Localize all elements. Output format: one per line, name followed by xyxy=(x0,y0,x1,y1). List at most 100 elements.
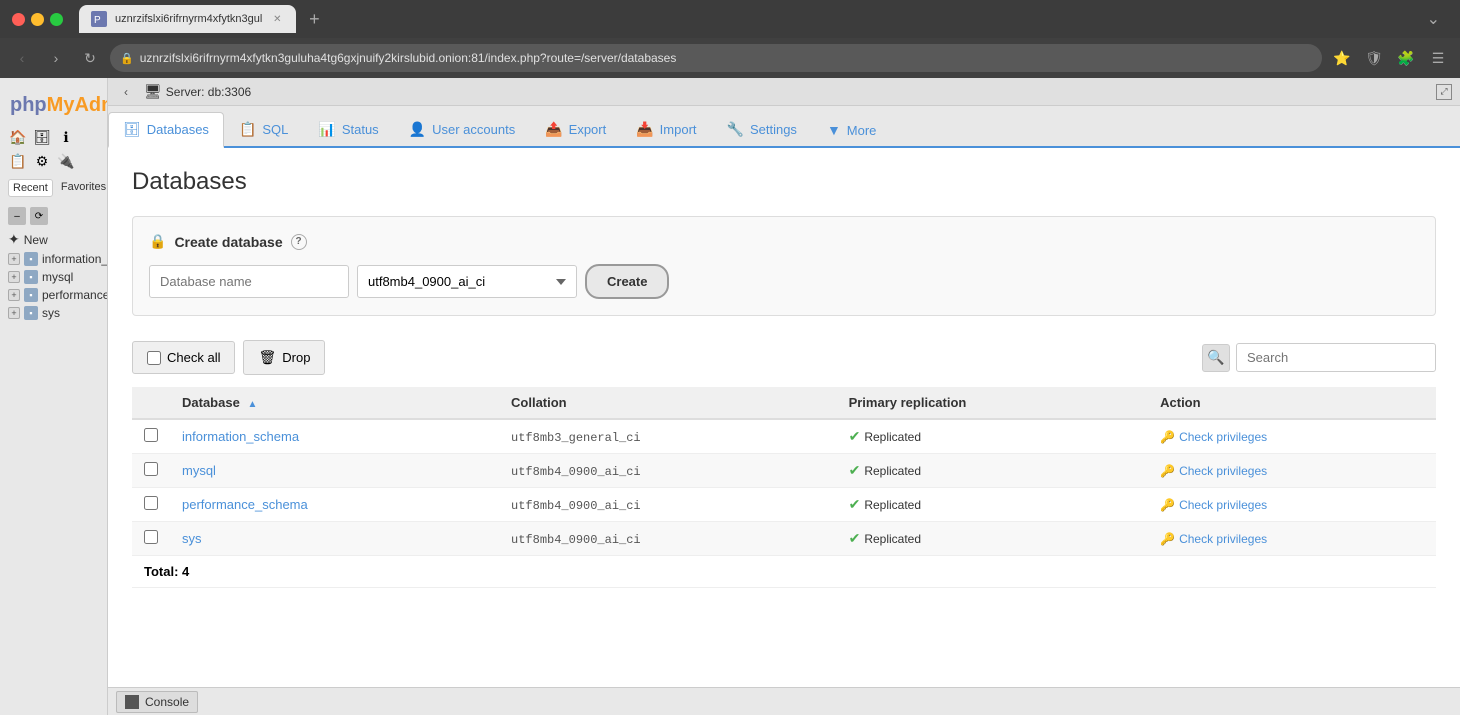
sidebar-tabs: Recent Favorites xyxy=(0,179,107,197)
tab-import[interactable]: 📥 Import xyxy=(621,112,711,146)
expand-icon[interactable]: + xyxy=(8,289,20,301)
sidebar-tab-favorites[interactable]: Favorites xyxy=(57,179,108,197)
db-link-sys[interactable]: sys xyxy=(182,531,202,546)
th-database[interactable]: Database ▲ xyxy=(170,387,499,419)
action-link-0[interactable]: 🔑 Check privileges xyxy=(1160,430,1424,444)
nav-tabs: 🗄 Databases 📋 SQL 📊 Status 👤 User accoun… xyxy=(108,106,1460,148)
row-replication-cell: ✔ Replicated xyxy=(837,454,1149,488)
sidebar-db-information-schema[interactable]: + ▪ information_schema xyxy=(0,250,107,268)
row-db-name-cell: information_schema xyxy=(170,419,499,454)
action-link-1[interactable]: 🔑 Check privileges xyxy=(1160,464,1424,478)
maximize-button[interactable]: ⤢ xyxy=(1436,84,1452,100)
row-checkbox-3[interactable] xyxy=(144,530,158,544)
row-db-name-cell: sys xyxy=(170,522,499,556)
action-link-2[interactable]: 🔑 Check privileges xyxy=(1160,498,1424,512)
server-title: 🖥 Server: db:3306 xyxy=(144,83,1428,100)
replication-badge-2: ✔ Replicated xyxy=(849,496,1137,513)
row-action-cell: 🔑 Check privileges xyxy=(1148,454,1436,488)
maximize-traffic-light[interactable] xyxy=(50,13,63,26)
database-icon[interactable]: 🗄 xyxy=(32,127,52,147)
table-row: performance_schema utf8mb4_0900_ai_ci ✔ … xyxy=(132,488,1436,522)
minimize-traffic-light[interactable] xyxy=(31,13,44,26)
sidebar-db-performance-schema[interactable]: + ▪ performance_schema xyxy=(0,286,107,304)
drop-button[interactable]: 🗑 Drop xyxy=(243,340,325,375)
expand-icon[interactable]: + xyxy=(8,253,20,265)
tab-user-accounts[interactable]: 👤 User accounts xyxy=(394,112,531,146)
db-name: sys xyxy=(42,306,60,320)
toolbar-icons: ⭐ 🛡 🧩 ☰ xyxy=(1328,44,1452,72)
tab-export-label: Export xyxy=(569,122,607,137)
bookmark-button[interactable]: ⭐ xyxy=(1328,44,1356,72)
forward-button[interactable]: › xyxy=(42,44,70,72)
new-database-item[interactable]: ✦ New xyxy=(0,229,107,250)
info-icon[interactable]: ℹ xyxy=(56,127,76,147)
expand-icon[interactable]: + xyxy=(8,271,20,283)
row-checkbox-2[interactable] xyxy=(144,496,158,510)
drop-label: Drop xyxy=(282,350,310,365)
close-traffic-light[interactable] xyxy=(12,13,25,26)
extensions-button[interactable]: 🧩 xyxy=(1392,44,1420,72)
plugin-icon[interactable]: 🔌 xyxy=(56,151,76,171)
row-action-cell: 🔑 Check privileges xyxy=(1148,522,1436,556)
server-back-button[interactable]: ‹ xyxy=(116,82,136,102)
reload-button[interactable]: ↻ xyxy=(76,44,104,72)
page-title: Databases xyxy=(132,168,1436,196)
tab-more[interactable]: ▼ More xyxy=(812,113,891,146)
menu-button[interactable]: ☰ xyxy=(1424,44,1452,72)
tab-close-button[interactable]: ✕ xyxy=(270,12,284,26)
settings-tab-icon: 🔧 xyxy=(727,121,744,138)
collation-select[interactable]: utf8mb4_0900_ai_ci utf8_general_ci latin… xyxy=(357,265,577,298)
th-collation-label: Collation xyxy=(511,395,567,410)
copy-icon[interactable]: 📋 xyxy=(8,151,28,171)
page-content: Databases 🔒 Create database ? utf8mb4_09… xyxy=(108,148,1460,687)
db-link-mysql[interactable]: mysql xyxy=(182,463,216,478)
sort-icon: ▲ xyxy=(247,399,257,410)
tab-databases-label: Databases xyxy=(147,122,209,137)
back-button[interactable]: ‹ xyxy=(8,44,36,72)
create-db-help-icon[interactable]: ? xyxy=(291,234,307,250)
check-all-checkbox[interactable] xyxy=(147,351,161,365)
search-input[interactable] xyxy=(1236,343,1436,372)
action-icon-2: 🔑 xyxy=(1160,498,1175,512)
db-link-performance-schema[interactable]: performance_schema xyxy=(182,497,308,512)
expand-icon[interactable]: + xyxy=(8,307,20,319)
shield-button[interactable]: 🛡 xyxy=(1360,44,1388,72)
database-name-input[interactable] xyxy=(149,265,349,298)
url-text: uznrzifslxi6rifrnyrm4xfytkn3guluha4tg6gx… xyxy=(140,51,677,65)
row-checkbox-0[interactable] xyxy=(144,428,158,442)
collapse-all-button[interactable]: – xyxy=(8,207,26,225)
tab-sql[interactable]: 📋 SQL xyxy=(224,112,303,146)
action-link-3[interactable]: 🔑 Check privileges xyxy=(1160,532,1424,546)
row-db-name-cell: mysql xyxy=(170,454,499,488)
home-icon[interactable]: 🏠 xyxy=(8,127,28,147)
tab-user-accounts-label: User accounts xyxy=(432,122,515,137)
th-replication-label: Primary replication xyxy=(849,395,967,410)
table-header: Database ▲ Collation Primary replication… xyxy=(132,387,1436,419)
new-tab-button[interactable]: + xyxy=(300,5,328,33)
tab-status[interactable]: 📊 Status xyxy=(303,112,393,146)
db-link-information-schema[interactable]: information_schema xyxy=(182,429,299,444)
console-button[interactable]: Console xyxy=(116,691,198,713)
settings-icon[interactable]: ⚙ xyxy=(32,151,52,171)
tab-export[interactable]: 📤 Export xyxy=(530,112,621,146)
address-bar[interactable]: 🔒 uznrzifslxi6rifrnyrm4xfytkn3guluha4tg6… xyxy=(110,44,1322,72)
security-icon: 🔒 xyxy=(120,52,134,65)
row-collation-cell: utf8mb4_0900_ai_ci xyxy=(499,454,837,488)
sidebar-db-sys[interactable]: + ▪ sys xyxy=(0,304,107,322)
row-checkbox-cell xyxy=(132,522,170,556)
svg-text:P: P xyxy=(94,15,101,26)
action-icon-3: 🔑 xyxy=(1160,532,1175,546)
reload-nav-button[interactable]: ⟳ xyxy=(30,207,48,225)
tab-settings[interactable]: 🔧 Settings xyxy=(712,112,812,146)
sidebar-db-mysql[interactable]: + ▪ mysql xyxy=(0,268,107,286)
tab-databases[interactable]: 🗄 Databases xyxy=(108,112,224,148)
create-database-button[interactable]: Create xyxy=(585,264,669,299)
tab-list-button[interactable]: ⌄ xyxy=(1427,9,1440,29)
create-db-title: Create database xyxy=(174,234,282,250)
tab-bar: P uznrzifslxi6rifrnyrm4xfytkn3gul ✕ + xyxy=(71,5,1240,33)
th-action: Action xyxy=(1148,387,1436,419)
sidebar-tab-recent[interactable]: Recent xyxy=(8,179,53,197)
check-all-button[interactable]: Check all xyxy=(132,341,235,374)
active-tab[interactable]: P uznrzifslxi6rifrnyrm4xfytkn3gul ✕ xyxy=(79,5,296,33)
row-checkbox-1[interactable] xyxy=(144,462,158,476)
